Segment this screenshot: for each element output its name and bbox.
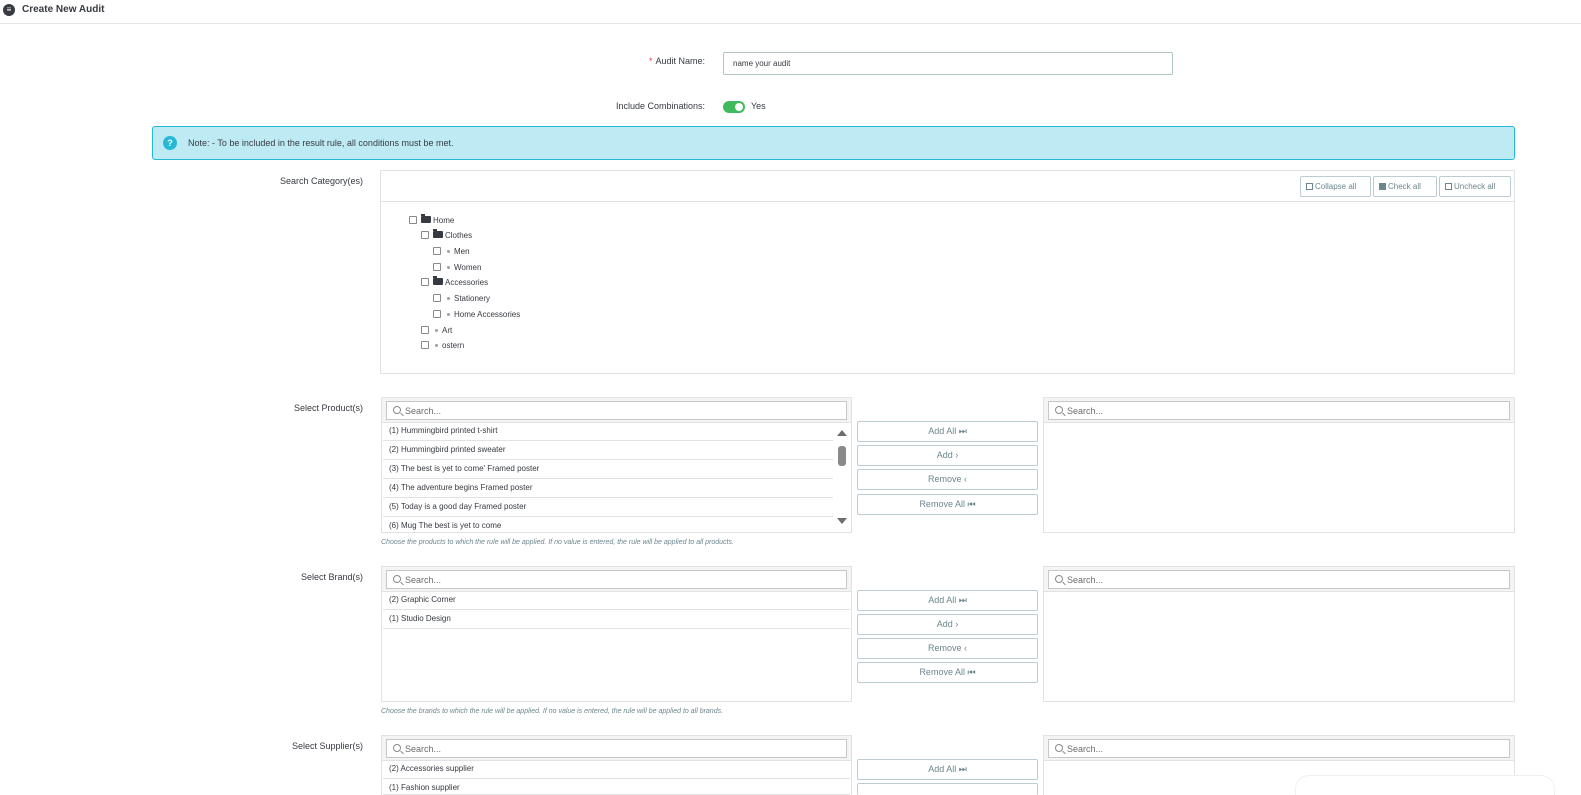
check-all-button[interactable]: Check all	[1373, 176, 1437, 197]
include-combinations-toggle[interactable]	[723, 101, 745, 113]
tree-node-art[interactable]: Art	[421, 326, 452, 338]
brands-search-input[interactable]: Search...	[386, 570, 847, 589]
products-selected-list: Search...	[1043, 397, 1515, 533]
select-brands-label: Select Brand(s)	[300, 572, 363, 582]
search-icon	[1055, 575, 1063, 583]
selected-products-search-input[interactable]: Search...	[1048, 401, 1510, 420]
include-combinations-label: Include Combinations:	[615, 101, 705, 111]
folder-open-icon	[433, 229, 443, 238]
scrollbar-thumb[interactable]	[838, 446, 846, 466]
remove-all-products-button[interactable]: Remove All ⏮	[857, 494, 1038, 515]
list-item[interactable]: (5) Today is a good day Framed poster	[383, 498, 833, 517]
tree-checkbox[interactable]	[421, 326, 429, 334]
include-combinations-state: Yes	[751, 101, 766, 111]
products-search-input[interactable]: Search...	[386, 401, 847, 420]
tree-checkbox[interactable]	[421, 278, 429, 286]
list-item[interactable]: (2) Accessories supplier	[383, 760, 850, 779]
page-title: Create New Audit	[22, 4, 105, 15]
tree-checkbox[interactable]	[421, 341, 429, 349]
list-item[interactable]: (1) Hummingbird printed t-shirt	[383, 422, 833, 441]
add-supplier-button[interactable]	[857, 783, 1038, 795]
list-item[interactable]: (1) Fashion supplier	[383, 779, 850, 795]
brands-available-list: Search... (2) Graphic Corner (1) Studio …	[381, 566, 852, 702]
tree-checkbox[interactable]	[421, 231, 429, 239]
note-alert: ? Note: - To be included in the result r…	[152, 126, 1515, 160]
category-tree-toolbar: Collapse all Check all Uncheck all	[381, 171, 1514, 202]
tree-checkbox[interactable]	[409, 216, 417, 224]
bullet-icon	[447, 266, 450, 269]
list-item[interactable]: (2) Hummingbird printed sweater	[383, 441, 833, 460]
suppliers-available-list: Search... (2) Accessories supplier (1) F…	[381, 735, 852, 795]
selected-suppliers-search-input[interactable]: Search...	[1048, 739, 1510, 758]
collapse-icon	[1306, 183, 1313, 190]
add-product-button[interactable]: Add ›	[857, 445, 1038, 466]
add-all-products-button[interactable]: Add All ⏭	[857, 421, 1038, 442]
list-item[interactable]: (3) The best is yet to come' Framed post…	[383, 460, 833, 479]
tree-node-clothes[interactable]: Clothes	[421, 229, 472, 243]
suppliers-search-input[interactable]: Search...	[386, 739, 847, 758]
add-all-suppliers-button[interactable]: Add All ⏭	[857, 759, 1038, 780]
category-tree-panel: Collapse all Check all Uncheck all Home …	[380, 170, 1515, 374]
tree-node-accessories[interactable]: Accessories	[421, 276, 488, 290]
folder-open-icon	[433, 276, 443, 285]
brands-help-text: Choose the brands to which the rule will…	[381, 708, 724, 715]
bullet-icon	[435, 344, 438, 347]
list-item[interactable]: (6) Mug The best is yet to come	[383, 517, 833, 536]
tree-node-home[interactable]: Home	[409, 214, 454, 228]
list-circle-icon: ≡	[3, 4, 15, 16]
audit-name-input[interactable]	[723, 52, 1173, 75]
products-help-text: Choose the products to which the rule wi…	[381, 539, 734, 546]
bullet-icon	[447, 297, 450, 300]
tree-checkbox[interactable]	[433, 263, 441, 271]
remove-brand-button[interactable]: Remove ‹	[857, 638, 1038, 659]
bullet-icon	[435, 329, 438, 332]
tree-node-men[interactable]: Men	[433, 247, 470, 259]
remove-product-button[interactable]: Remove ‹	[857, 469, 1038, 490]
search-icon	[393, 744, 401, 752]
tree-node-ostern[interactable]: ostern	[421, 341, 464, 353]
select-products-label: Select Product(s)	[293, 403, 363, 413]
floating-panel-edge	[1295, 775, 1555, 795]
bullet-icon	[447, 313, 450, 316]
audit-name-label: * Audit Name:	[648, 56, 705, 66]
checkbox-checked-icon	[1379, 183, 1386, 190]
tree-checkbox[interactable]	[433, 294, 441, 302]
list-item[interactable]: (2) Graphic Corner	[383, 591, 850, 610]
tree-checkbox[interactable]	[433, 247, 441, 255]
toggle-knob	[735, 103, 743, 111]
search-icon	[1055, 744, 1063, 752]
checkbox-empty-icon	[1445, 183, 1452, 190]
select-suppliers-label: Select Supplier(s)	[291, 741, 363, 751]
question-icon: ?	[163, 136, 177, 150]
search-categories-label: Search Category(es)	[279, 176, 363, 186]
selected-brands-search-input[interactable]: Search...	[1048, 570, 1510, 589]
search-icon	[393, 406, 401, 414]
scroll-up-arrow[interactable]	[837, 430, 847, 436]
brands-selected-list: Search...	[1043, 566, 1515, 702]
folder-open-icon	[421, 214, 431, 223]
tree-node-home-accessories[interactable]: Home Accessories	[433, 310, 520, 322]
note-text: Note: - To be included in the result rul…	[188, 138, 454, 148]
list-item[interactable]: (4) The adventure begins Framed poster	[383, 479, 833, 498]
tree-checkbox[interactable]	[433, 310, 441, 318]
remove-all-brands-button[interactable]: Remove All ⏮	[857, 662, 1038, 683]
scroll-down-arrow[interactable]	[837, 518, 847, 524]
add-all-brands-button[interactable]: Add All ⏭	[857, 590, 1038, 611]
uncheck-all-button[interactable]: Uncheck all	[1439, 176, 1511, 197]
bullet-icon	[447, 250, 450, 253]
search-icon	[1055, 406, 1063, 414]
page-header: ≡ Create New Audit	[0, 0, 1581, 24]
add-brand-button[interactable]: Add ›	[857, 614, 1038, 635]
products-available-list: Search... (1) Hummingbird printed t-shir…	[381, 397, 852, 533]
collapse-all-button[interactable]: Collapse all	[1300, 176, 1371, 197]
list-item[interactable]: (1) Studio Design	[383, 610, 850, 629]
tree-node-stationery[interactable]: Stationery	[433, 294, 490, 306]
search-icon	[393, 575, 401, 583]
tree-node-women[interactable]: Women	[433, 263, 481, 275]
